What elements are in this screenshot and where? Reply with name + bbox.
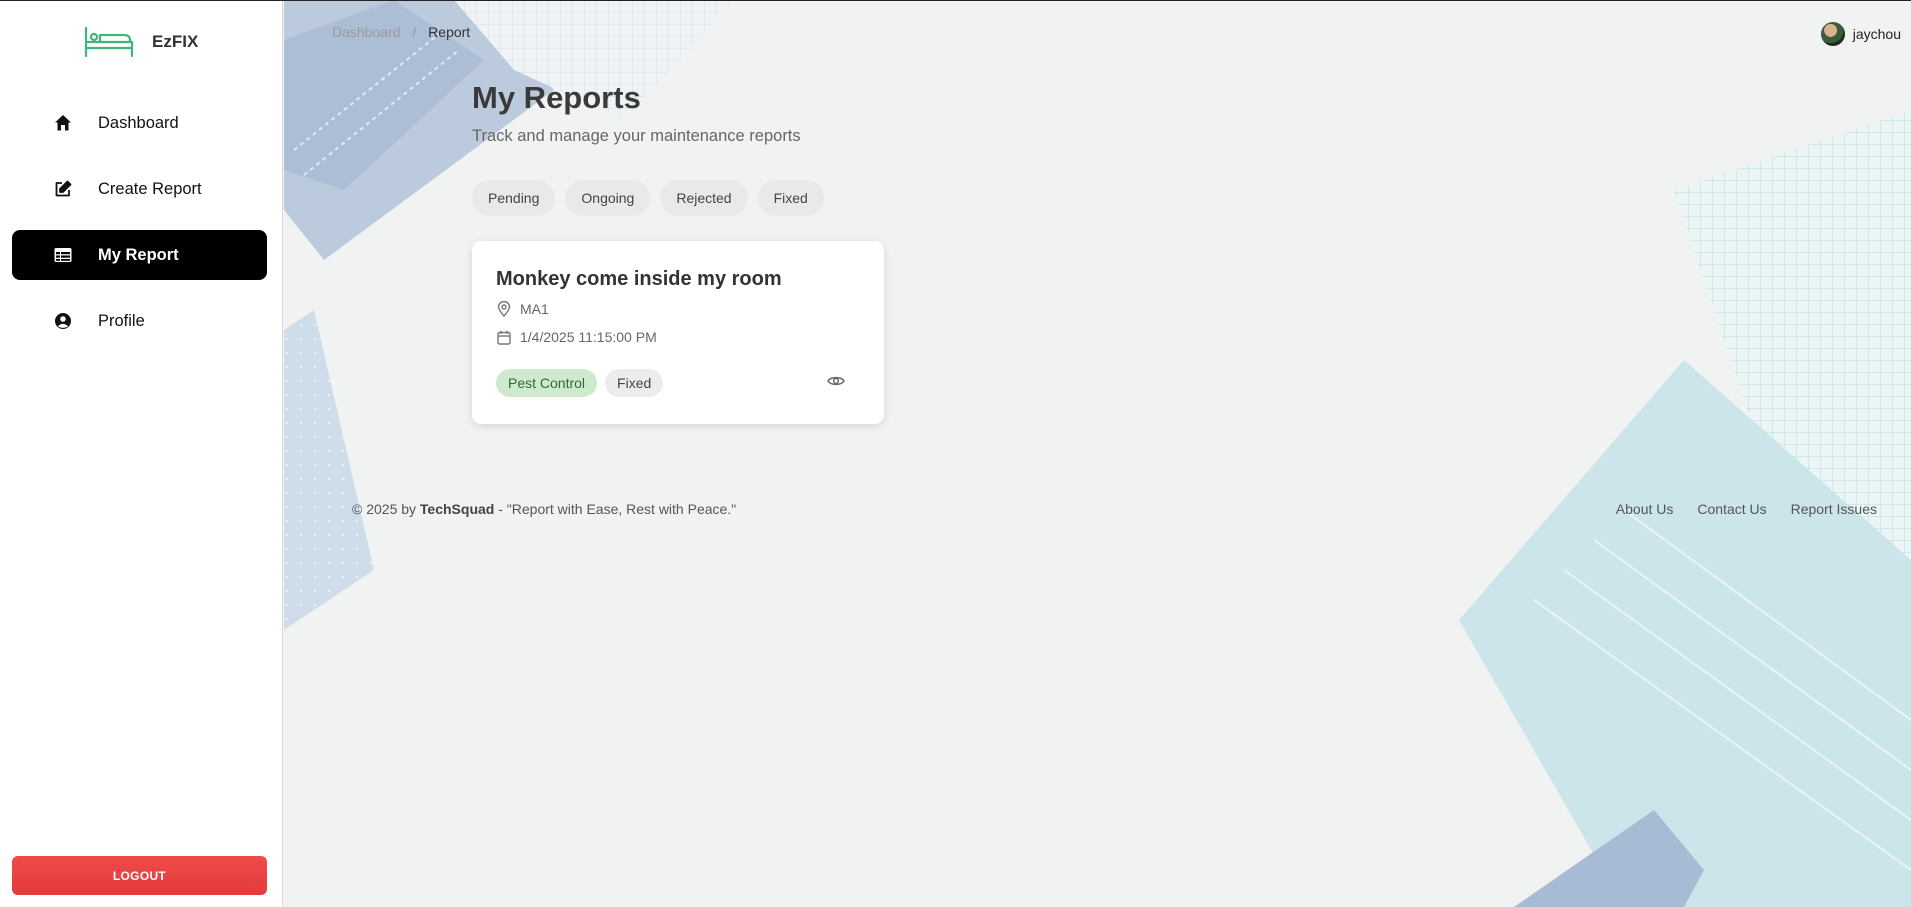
brand[interactable]: EzFIX xyxy=(84,24,198,60)
report-title: Monkey come inside my room xyxy=(496,268,782,290)
sidebar-item-profile[interactable]: Profile xyxy=(12,296,267,346)
user-circle-icon xyxy=(52,310,74,332)
footer-links: About Us Contact Us Report Issues xyxy=(1592,501,1877,517)
filter-rejected[interactable]: Rejected xyxy=(660,180,748,216)
report-date-text: 1/4/2025 11:15:00 PM xyxy=(520,329,657,345)
report-card[interactable]: Monkey come inside my room MA1 1/4/2025 … xyxy=(472,241,884,424)
window-top-border xyxy=(0,0,1911,1)
page-title: My Reports xyxy=(472,80,641,115)
report-tags: Pest Control Fixed xyxy=(496,369,671,397)
sidebar-item-label: Profile xyxy=(98,311,145,330)
calendar-icon xyxy=(496,329,512,345)
page-subtitle: Track and manage your maintenance report… xyxy=(472,127,801,145)
home-icon xyxy=(52,112,74,134)
report-location: MA1 xyxy=(496,301,549,317)
avatar xyxy=(1820,22,1845,46)
status-filters: Pending Ongoing Rejected Fixed xyxy=(472,180,834,216)
report-location-text: MA1 xyxy=(520,301,549,317)
logout-button[interactable]: LOGOUT xyxy=(12,856,267,895)
sidebar-item-label: Dashboard xyxy=(98,113,179,132)
bed-logo-icon xyxy=(84,26,134,58)
category-badge: Pest Control xyxy=(496,369,598,397)
view-report-button[interactable] xyxy=(826,373,846,393)
status-badge: Fixed xyxy=(605,369,664,397)
breadcrumb-separator: / xyxy=(412,24,417,40)
breadcrumb: Dashboard / Report xyxy=(332,24,470,40)
location-pin-icon xyxy=(496,301,512,317)
breadcrumb-dashboard-link[interactable]: Dashboard xyxy=(332,24,401,40)
sidebar-item-my-report[interactable]: My Report xyxy=(12,230,267,280)
report-date: 1/4/2025 11:15:00 PM xyxy=(496,329,657,345)
company-name: TechSquad xyxy=(419,501,495,517)
filter-ongoing[interactable]: Ongoing xyxy=(565,180,651,216)
about-us-link[interactable]: About Us xyxy=(1616,501,1674,517)
eye-icon xyxy=(827,374,845,392)
breadcrumb-current: Report xyxy=(428,24,471,40)
report-issues-link[interactable]: Report Issues xyxy=(1791,501,1877,517)
copyright-text: © 2025 by xyxy=(352,501,417,517)
table-icon xyxy=(52,244,74,266)
username: jaychou xyxy=(1852,26,1901,42)
edit-icon xyxy=(52,178,74,200)
sidebar-item-create-report[interactable]: Create Report xyxy=(12,164,267,214)
sidebar-item-label: My Report xyxy=(98,245,179,264)
contact-us-link[interactable]: Contact Us xyxy=(1697,501,1766,517)
tagline: - "Report with Ease, Rest with Peace." xyxy=(498,501,737,517)
sidebar-nav: Dashboard Create Report My Report Profil… xyxy=(12,98,267,362)
footer-copyright: © 2025 by TechSquad - "Report with Ease,… xyxy=(352,501,736,517)
sidebar: EzFIX Dashboard Create Report My Report … xyxy=(0,0,283,907)
filter-fixed[interactable]: Fixed xyxy=(757,180,824,216)
app-name: EzFIX xyxy=(152,32,199,51)
sidebar-item-label: Create Report xyxy=(98,179,202,198)
filter-pending[interactable]: Pending xyxy=(472,180,556,216)
sidebar-item-dashboard[interactable]: Dashboard xyxy=(12,98,267,148)
user-menu[interactable]: jaychou xyxy=(1820,22,1901,46)
